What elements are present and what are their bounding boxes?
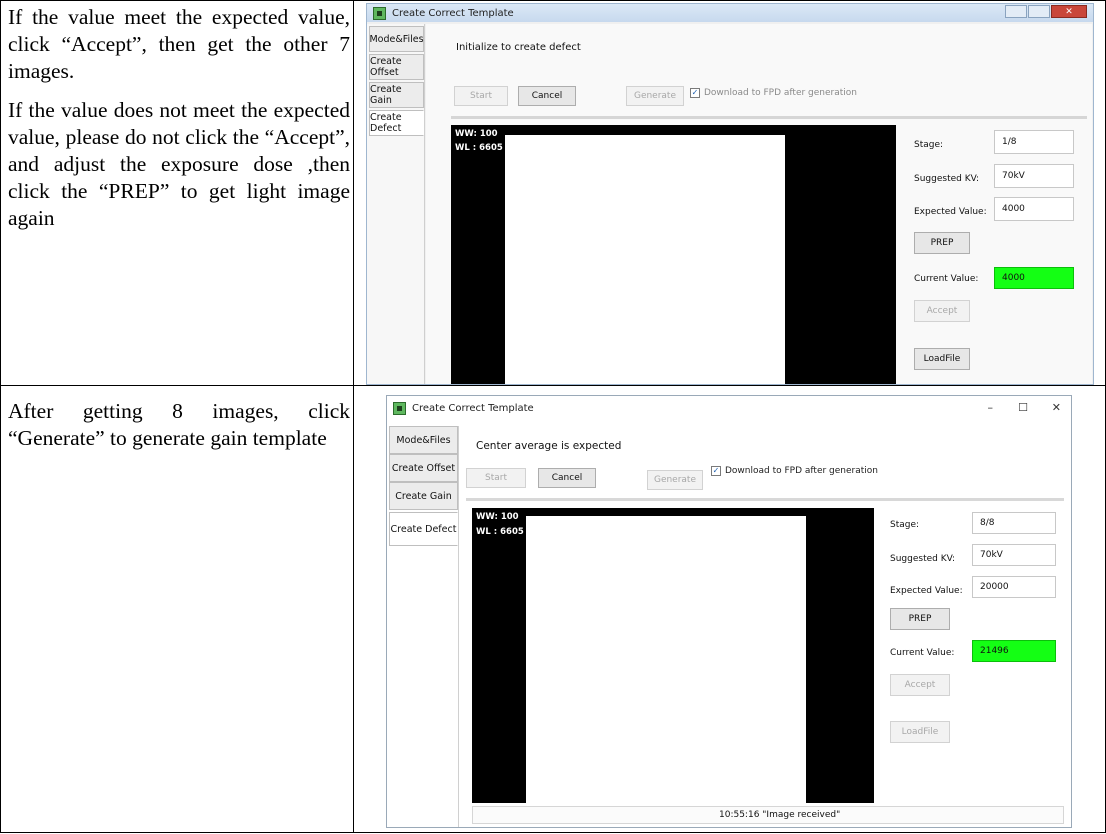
prep-button[interactable]: PREP bbox=[914, 232, 970, 254]
generate-button[interactable]: Generate bbox=[647, 470, 703, 490]
generate-button[interactable]: Generate bbox=[626, 86, 684, 106]
row1-content: Initialize to create defect Start Cancel… bbox=[426, 24, 1092, 384]
document-table: If the value meet the expected value, cl… bbox=[0, 0, 1106, 834]
kv-label: Suggested KV: bbox=[914, 174, 980, 184]
row1-tab-column: Mode&Files Create Offset Create Gain Cre… bbox=[367, 24, 425, 384]
loadfile-button[interactable]: LoadFile bbox=[890, 721, 950, 743]
kv-label: Suggested KV: bbox=[890, 554, 956, 564]
minimize-button[interactable] bbox=[1005, 5, 1027, 18]
close-icon: ✕ bbox=[1065, 6, 1073, 17]
status-message: Initialize to create defect bbox=[456, 42, 581, 53]
maximize-button[interactable] bbox=[1028, 5, 1050, 18]
stage-field[interactable]: 8/8 bbox=[972, 512, 1056, 534]
tab-create-defect[interactable]: Create Defect bbox=[389, 512, 458, 546]
checkmark-icon: ✓ bbox=[711, 466, 721, 476]
accept-button[interactable]: Accept bbox=[890, 674, 950, 696]
maximize-icon[interactable]: ☐ bbox=[1018, 401, 1028, 414]
cancel-button[interactable]: Cancel bbox=[538, 468, 596, 488]
separator bbox=[451, 116, 1087, 119]
app-icon bbox=[373, 6, 386, 20]
current-value-field: 21496 bbox=[972, 640, 1056, 662]
stage-field[interactable]: 1/8 bbox=[994, 130, 1074, 154]
log-bar: 10:55:16 "Image received" bbox=[472, 806, 1064, 824]
current-value-label: Current Value: bbox=[914, 274, 979, 284]
stage-label: Stage: bbox=[890, 520, 920, 530]
tab-mode-files[interactable]: Mode&Files bbox=[369, 26, 424, 52]
start-button[interactable]: Start bbox=[466, 468, 526, 488]
table-border-top bbox=[0, 0, 1106, 1]
separator bbox=[466, 498, 1064, 501]
row2-tab-column: Mode&Files Create Offset Create Gain Cre… bbox=[387, 426, 459, 827]
download-checkbox[interactable]: ✓ Download to FPD after generation bbox=[690, 88, 857, 98]
close-icon[interactable]: ✕ bbox=[1052, 401, 1061, 414]
table-border-left bbox=[0, 0, 1, 833]
download-checkbox-label: Download to FPD after generation bbox=[704, 88, 857, 98]
kv-field[interactable]: 70kV bbox=[972, 544, 1056, 566]
cancel-button[interactable]: Cancel bbox=[518, 86, 576, 106]
row1-description: If the value meet the expected value, cl… bbox=[8, 4, 350, 244]
window-level-readout: WL : 6605 bbox=[455, 143, 503, 153]
row2-window-title: Create Correct Template bbox=[412, 402, 534, 414]
tab-mode-files[interactable]: Mode&Files bbox=[389, 426, 458, 454]
tab-create-offset[interactable]: Create Offset bbox=[369, 54, 424, 80]
current-value-label: Current Value: bbox=[890, 648, 955, 658]
xray-image bbox=[526, 516, 806, 803]
row2-paragraph-1: After getting 8 images, click “Generate”… bbox=[8, 399, 350, 450]
xray-image bbox=[505, 135, 785, 384]
row1-paragraph-2: If the value does not meet the expected … bbox=[8, 98, 350, 230]
tab-create-gain[interactable]: Create Gain bbox=[389, 482, 458, 510]
row1-window-controls: ✕ bbox=[1005, 5, 1087, 18]
table-column-divider bbox=[353, 0, 354, 833]
row2-description: After getting 8 images, click “Generate”… bbox=[8, 398, 350, 464]
window-width-readout: WW: 100 bbox=[455, 129, 498, 139]
status-message: Center average is expected bbox=[476, 440, 622, 452]
checkmark-icon: ✓ bbox=[690, 88, 700, 98]
loadfile-button[interactable]: LoadFile bbox=[914, 348, 970, 370]
window-width-readout: WW: 100 bbox=[476, 512, 519, 522]
row2-content: Center average is expected Start Cancel … bbox=[460, 426, 1066, 827]
minimize-icon[interactable]: – bbox=[988, 401, 994, 414]
expected-value-label: Expected Value: bbox=[890, 586, 963, 596]
close-button[interactable]: ✕ bbox=[1051, 5, 1087, 18]
tab-create-defect[interactable]: Create Defect bbox=[369, 110, 424, 136]
stage-label: Stage: bbox=[914, 140, 944, 150]
tab-create-gain[interactable]: Create Gain bbox=[369, 82, 424, 108]
accept-button[interactable]: Accept bbox=[914, 300, 970, 322]
expected-value-label: Expected Value: bbox=[914, 207, 987, 217]
prep-button[interactable]: PREP bbox=[890, 608, 950, 630]
row1-window: Create Correct Template ✕ Mode&Files Cre… bbox=[366, 3, 1094, 385]
tab-create-offset[interactable]: Create Offset bbox=[389, 454, 458, 482]
table-row-divider bbox=[0, 385, 1106, 386]
row2-window: Create Correct Template – ☐ ✕ Mode&Files… bbox=[386, 395, 1072, 828]
row1-titlebar: Create Correct Template bbox=[367, 4, 1093, 22]
table-border-bottom bbox=[0, 832, 1106, 833]
row1-window-title: Create Correct Template bbox=[392, 7, 514, 19]
download-checkbox[interactable]: ✓ Download to FPD after generation bbox=[711, 466, 878, 476]
current-value-field: 4000 bbox=[994, 267, 1074, 289]
expected-value-field[interactable]: 20000 bbox=[972, 576, 1056, 598]
image-viewer[interactable]: WW: 100 WL : 6605 bbox=[451, 125, 896, 384]
log-text: 10:55:16 "Image received" bbox=[719, 810, 841, 820]
window-level-readout: WL : 6605 bbox=[476, 527, 524, 537]
app-icon bbox=[393, 401, 406, 415]
row2-titlebar: Create Correct Template bbox=[387, 396, 1071, 420]
image-viewer[interactable]: WW: 100 WL : 6605 bbox=[472, 508, 874, 803]
row1-paragraph-1: If the value meet the expected value, cl… bbox=[8, 5, 350, 83]
start-button[interactable]: Start bbox=[454, 86, 508, 106]
kv-field[interactable]: 70kV bbox=[994, 164, 1074, 188]
download-checkbox-label: Download to FPD after generation bbox=[725, 466, 878, 476]
expected-value-field[interactable]: 4000 bbox=[994, 197, 1074, 221]
